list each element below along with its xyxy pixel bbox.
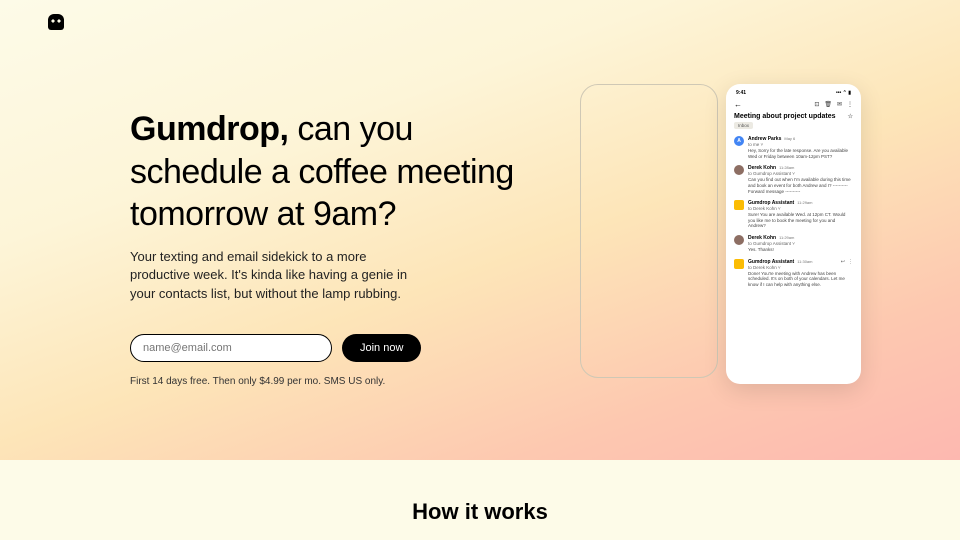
back-icon: ← — [734, 100, 742, 109]
message-time: May 6 — [784, 136, 795, 141]
signup-form: Join now — [130, 334, 520, 362]
phone-mockups: 9:41 ••• ⌃ ▮ ← ⊡ 🗑 ✉ ⋮ Meeting about pro… — [580, 84, 861, 384]
subheadline: Your texting and email sidekick to a mor… — [130, 248, 410, 305]
sender-name: Gumdrop Assistant — [748, 259, 794, 265]
phone-outline-empty — [580, 84, 718, 378]
avatar — [734, 200, 744, 210]
message-text: Can you find out when I'm available duri… — [748, 177, 853, 194]
more-icon: ⋮ — [847, 101, 853, 108]
message-body: Derek Kohn11:29amto Gumdrop Assistant ˅Y… — [748, 235, 853, 253]
message-more-icon: ⋮ — [848, 259, 853, 265]
phone-status-bar: 9:41 ••• ⌃ ▮ — [732, 90, 855, 100]
inbox-tag: Inbox — [734, 122, 753, 129]
message-text: Hey, Sorry for the late response. Are yo… — [748, 148, 853, 159]
how-it-works-section: How it works — [0, 460, 960, 540]
avatar — [734, 259, 744, 269]
phone-email-mockup: 9:41 ••• ⌃ ▮ ← ⊡ 🗑 ✉ ⋮ Meeting about pro… — [726, 84, 861, 384]
thread-title-row: Meeting about project updates ☆ — [732, 113, 855, 120]
hero-left: Gumdrop, can you schedule a coffee meeti… — [0, 0, 520, 460]
status-time: 9:41 — [736, 90, 746, 96]
message-text: Sure! You are available Wed. at 12pm CT.… — [748, 212, 853, 229]
section-title: How it works — [412, 499, 548, 525]
message-body: Gumdrop Assistant11:29amto Derek Kohn ˅S… — [748, 200, 853, 229]
brand-logo — [48, 14, 64, 30]
message-time: 11:28am — [779, 165, 794, 170]
message-to: to Gumdrop Assistant ˅ — [748, 241, 853, 246]
trash-icon: 🗑 — [824, 101, 832, 108]
email-field[interactable] — [130, 334, 332, 362]
status-icons: ••• ⌃ ▮ — [836, 90, 851, 96]
message-text: Yes. Thanks! — [748, 247, 853, 253]
star-icon: ☆ — [848, 113, 853, 120]
join-button[interactable]: Join now — [342, 334, 421, 362]
brand-name: Gumdrop, — [130, 110, 288, 148]
message-item: Gumdrop Assistant11:30amto Derek Kohn ˅D… — [732, 256, 855, 291]
message-to: to Derek Kohn ˅ — [748, 206, 853, 211]
message-time: 11:29am — [779, 235, 794, 240]
headline: Gumdrop, can you schedule a coffee meeti… — [130, 108, 520, 236]
message-time: 11:29am — [797, 200, 812, 205]
phone-toolbar: ← ⊡ 🗑 ✉ ⋮ — [732, 100, 855, 113]
avatar: A — [734, 136, 744, 146]
message-item: A Andrew ParksMay 6to me ˅Hey, Sorry for … — [732, 133, 855, 162]
message-body: Gumdrop Assistant11:30amto Derek Kohn ˅D… — [748, 259, 853, 288]
message-text: Done! You're meeting with Andrew has bee… — [748, 271, 853, 288]
message-body: Derek Kohn11:28amto Gumdrop Assistant ˅C… — [748, 165, 853, 194]
message-to: to me ˅ — [748, 142, 853, 147]
message-to: to Derek Kohn ˅ — [748, 265, 853, 270]
message-to: to Gumdrop Assistant ˅ — [748, 171, 853, 176]
message-item: Gumdrop Assistant11:29amto Derek Kohn ˅S… — [732, 197, 855, 232]
toolbar-icons: ⊡ 🗑 ✉ ⋮ — [814, 101, 853, 108]
reply-icon: ↩ — [841, 259, 845, 265]
mail-icon: ✉ — [837, 101, 842, 108]
avatar — [734, 165, 744, 175]
fineprint: First 14 days free. Then only $4.99 per … — [130, 376, 520, 387]
message-body: Andrew ParksMay 6to me ˅Hey, Sorry for t… — [748, 136, 853, 159]
message-item: Derek Kohn11:29amto Gumdrop Assistant ˅Y… — [732, 232, 855, 256]
archive-icon: ⊡ — [814, 101, 819, 108]
message-list: A Andrew ParksMay 6to me ˅Hey, Sorry for … — [732, 133, 855, 291]
avatar — [734, 235, 744, 245]
message-item: Derek Kohn11:28amto Gumdrop Assistant ˅C… — [732, 162, 855, 197]
thread-title: Meeting about project updates — [734, 113, 836, 120]
message-time: 11:30am — [797, 259, 812, 264]
